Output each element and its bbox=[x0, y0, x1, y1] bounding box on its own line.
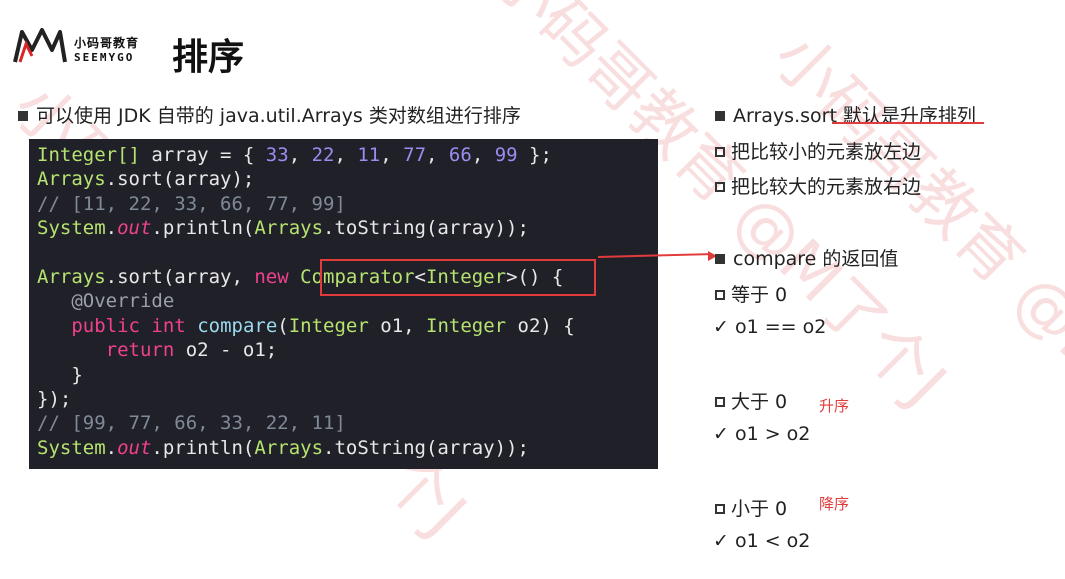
code-token: System bbox=[37, 436, 106, 459]
code-number: 33 bbox=[265, 144, 289, 166]
eq-result-text: o1 == o2 bbox=[734, 316, 827, 338]
larger-right-text: 把比较大的元素放右边 bbox=[731, 176, 922, 198]
code-token: Integer[] bbox=[37, 144, 140, 166]
eq-zero-text: 等于 0 bbox=[731, 284, 788, 306]
code-token: o1, bbox=[368, 314, 427, 337]
hollow-square-bullet-icon bbox=[715, 147, 725, 157]
code-token: Arrays bbox=[254, 217, 324, 240]
smaller-left-line: 把比较小的元素放左边 bbox=[715, 137, 921, 164]
hollow-square-bullet-icon bbox=[715, 182, 725, 192]
brand-name-cn: 小码哥教育 bbox=[74, 36, 140, 50]
intro-bullet: 可以使用 JDK 自带的 java.util.Arrays 类对数组进行排序 bbox=[18, 101, 521, 128]
code-token: array = { bbox=[139, 144, 266, 166]
lt-zero-line: 小于 0 bbox=[715, 494, 787, 521]
compare-return-line: compare 的返回值 bbox=[715, 244, 898, 271]
brand-logo: 小码哥教育 SEEMYGO bbox=[12, 24, 162, 66]
hollow-square-bullet-icon bbox=[715, 290, 725, 300]
code-token: .sort(array, bbox=[105, 266, 255, 289]
code-token: Arrays bbox=[37, 168, 106, 191]
check-icon: ✓ bbox=[713, 423, 735, 445]
compare-return-text: compare 的返回值 bbox=[733, 248, 899, 270]
code-token: . bbox=[105, 436, 118, 459]
code-token: .sort(array); bbox=[105, 168, 255, 191]
code-token: out bbox=[117, 217, 152, 240]
code-token: o2) { bbox=[506, 314, 575, 337]
code-token: }); bbox=[37, 388, 72, 411]
gt-zero-line: 大于 0 bbox=[715, 387, 787, 414]
ascending-note: 升序 bbox=[819, 397, 850, 415]
gt-result-text: o1 > o2 bbox=[734, 423, 811, 445]
larger-right-line: 把比较大的元素放右边 bbox=[715, 172, 921, 199]
gt-result-line: ✓ o1 > o2 bbox=[713, 423, 810, 445]
square-bullet-icon bbox=[715, 111, 725, 121]
seemygo-logo-icon bbox=[13, 28, 67, 63]
code-token: o2 - o1; bbox=[174, 339, 278, 362]
eq-zero-line: 等于 0 bbox=[715, 280, 787, 307]
code-token: Arrays bbox=[254, 436, 324, 459]
red-underline bbox=[832, 122, 984, 124]
page-title: 排序 bbox=[172, 37, 245, 78]
smaller-left-text: 把比较小的元素放左边 bbox=[731, 141, 922, 163]
code-token: ( bbox=[277, 314, 289, 337]
code-number: 66 bbox=[448, 144, 472, 166]
code-token: . bbox=[105, 217, 118, 240]
code-number: 99 bbox=[494, 144, 518, 166]
hollow-square-bullet-icon bbox=[715, 504, 725, 514]
code-keyword: public bbox=[71, 314, 140, 337]
hollow-square-bullet-icon bbox=[715, 397, 725, 407]
check-icon: ✓ bbox=[713, 316, 735, 338]
code-token: out bbox=[117, 436, 152, 459]
square-bullet-icon bbox=[715, 254, 725, 264]
code-number: 77 bbox=[403, 144, 427, 166]
square-bullet-icon bbox=[18, 111, 28, 121]
code-keyword: return bbox=[105, 339, 175, 362]
check-icon: ✓ bbox=[713, 530, 735, 552]
code-number: 22 bbox=[311, 144, 335, 166]
lt-result-line: ✓ o1 < o2 bbox=[713, 530, 810, 552]
code-token: }; bbox=[517, 144, 552, 166]
code-token: compare bbox=[197, 314, 278, 337]
code-keyword: int bbox=[151, 314, 186, 337]
code-token: .toString bbox=[323, 217, 426, 240]
code-token: (array)); bbox=[425, 436, 529, 459]
descending-note: 降序 bbox=[819, 495, 850, 513]
gt-zero-text: 大于 0 bbox=[731, 391, 788, 413]
code-comment: // [99, 77, 66, 33, 22, 11] bbox=[37, 412, 346, 435]
eq-result-line: ✓ o1 == o2 bbox=[713, 316, 826, 338]
lt-zero-text: 小于 0 bbox=[731, 498, 788, 520]
code-token: Integer bbox=[426, 314, 507, 337]
code-token: .toString bbox=[323, 436, 426, 459]
comparator-highlight-box bbox=[320, 259, 596, 296]
brand-name-en: SEEMYGO bbox=[74, 51, 135, 64]
code-token: Arrays bbox=[37, 266, 106, 289]
code-token: Integer bbox=[288, 314, 369, 337]
code-annotation: @Override bbox=[71, 290, 175, 313]
code-keyword: new bbox=[254, 266, 289, 289]
code-comment: // [11, 22, 33, 66, 77, 99] bbox=[37, 192, 346, 215]
code-token: .println( bbox=[151, 436, 255, 459]
code-block: Integer[] array = { 33, 22, 11, 77, 66, … bbox=[29, 139, 658, 469]
code-token: (array)); bbox=[425, 217, 529, 240]
lt-result-text: o1 < o2 bbox=[734, 530, 811, 552]
code-token: System bbox=[37, 217, 106, 240]
code-token: } bbox=[71, 363, 83, 386]
code-token: .println( bbox=[151, 217, 255, 240]
intro-text: 可以使用 JDK 自带的 java.util.Arrays 类对数组进行排序 bbox=[36, 105, 521, 127]
code-number: 11 bbox=[357, 144, 381, 166]
